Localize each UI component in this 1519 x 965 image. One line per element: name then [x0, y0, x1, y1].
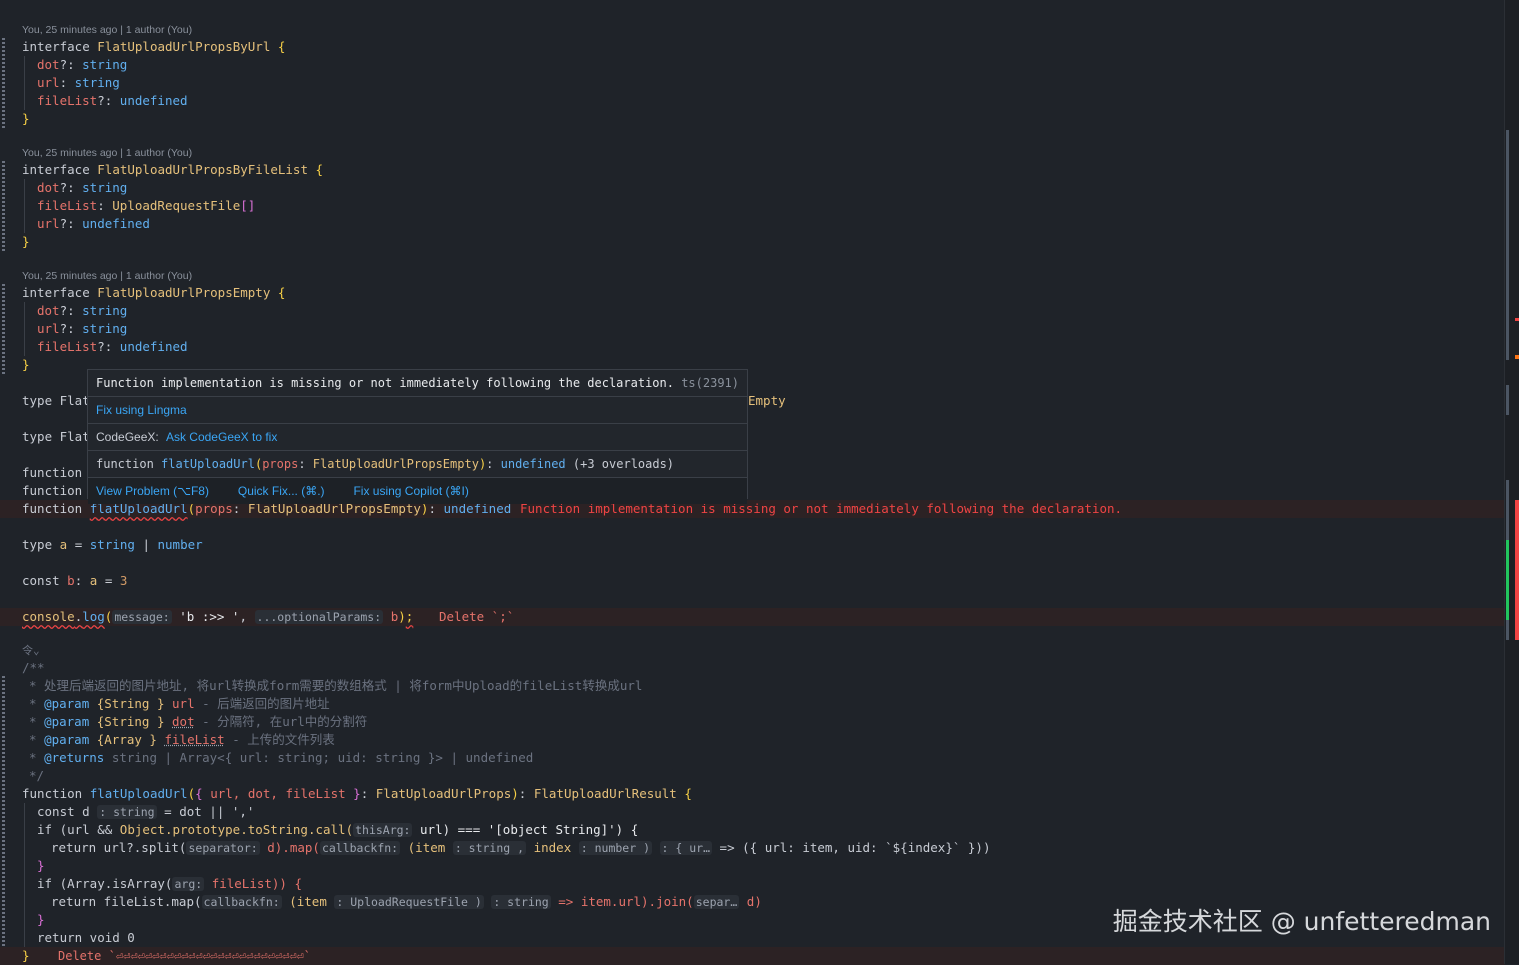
- code-line: function: [22, 465, 83, 480]
- code-line: interface FlatUploadUrlPropsEmpty {: [22, 285, 286, 300]
- code-line: if (url && Object.prototype.toString.cal…: [37, 822, 639, 837]
- popup-codegeex-row: CodeGeeX: Ask CodeGeeX to fix: [88, 424, 747, 451]
- code-line: dot?: string: [37, 180, 128, 195]
- prettier-delete-hint: Delete `;`: [439, 609, 515, 624]
- popup-actions-row: View Problem (⌥F8) Quick Fix... (⌘.) Fix…: [88, 478, 747, 504]
- ai-comment-marker[interactable]: 令⌄: [22, 642, 40, 660]
- overview-error-mark: [1515, 500, 1519, 640]
- code-line: const d : string = dot || ',': [37, 804, 255, 819]
- code-line: url: string: [37, 75, 120, 90]
- code-line: fileList: UploadRequestFile[]: [37, 198, 256, 213]
- code-line: const b: a = 3: [22, 573, 128, 588]
- doc-comment-line: * 处理后端返回的图片地址, 将url转换成form需要的数组格式 | 将for…: [29, 678, 643, 693]
- code-line: return void 0: [37, 930, 135, 945]
- view-problem-link[interactable]: View Problem (⌥F8): [96, 484, 209, 498]
- git-change-bar: [2, 161, 5, 251]
- git-change-bar: [2, 284, 5, 374]
- code-line: fileList?: undefined: [37, 93, 188, 108]
- scrollbar-thumb-segment: [1506, 385, 1509, 415]
- quick-fix-link[interactable]: Quick Fix... (⌘.): [238, 484, 325, 498]
- fix-lingma-link[interactable]: Fix using Lingma: [96, 403, 187, 417]
- overview-warning-mark: [1515, 355, 1519, 359]
- editor-scrollbar[interactable]: [1504, 0, 1519, 964]
- indent-guide: [24, 803, 25, 947]
- overview-error-mark: [1515, 318, 1519, 321]
- ask-codegeex-link[interactable]: Ask CodeGeeX to fix: [166, 430, 277, 444]
- code-line: }: [22, 234, 30, 249]
- scrollbar-thumb[interactable]: [1506, 130, 1509, 360]
- indent-guide: [24, 179, 25, 233]
- code-line: url?: string: [37, 321, 128, 336]
- codelens-blame[interactable]: You, 25 minutes ago | 1 author (You): [22, 144, 192, 162]
- code-line: interface FlatUploadUrlPropsByFileList {: [22, 162, 324, 177]
- code-line: }: [22, 948, 30, 963]
- overview-change-mark: [1506, 540, 1509, 620]
- doc-comment-line: * @param {String } dot - 分隔符, 在url中的分割符: [29, 714, 368, 729]
- code-line: type Flat: [22, 429, 90, 444]
- code-line: }: [22, 357, 30, 372]
- prettier-delete-hint: Delete `⏎⏎⏎⏎⏎⏎⏎⏎⏎⏎⏎⏎⏎⏎⏎⏎⏎⏎⏎⏎⏎⏎⏎⏎⏎⏎`: [58, 949, 311, 963]
- code-line: }: [37, 858, 45, 873]
- code-line: return url?.split(separator: d).map(call…: [51, 840, 991, 855]
- indent-guide: [24, 302, 25, 356]
- code-line-error[interactable]: console.log(message: 'b :>> ', ...option…: [22, 608, 413, 626]
- codelens-blame[interactable]: You, 25 minutes ago | 1 author (You): [22, 21, 192, 39]
- fix-copilot-link[interactable]: Fix using Copilot (⌘I): [353, 484, 468, 498]
- popup-lingma-row: Fix using Lingma: [88, 397, 747, 424]
- code-editor[interactable]: You, 25 minutes ago | 1 author (You) int…: [0, 0, 1505, 965]
- code-line: interface FlatUploadUrlPropsByUrl {: [22, 39, 286, 54]
- code-line: function: [22, 483, 83, 498]
- popup-signature-row: function flatUploadUrl(props: FlatUpload…: [88, 451, 747, 478]
- code-line-tail: Empty: [748, 393, 786, 408]
- code-line: function flatUploadUrl({ url, dot, fileL…: [22, 786, 692, 801]
- watermark: 掘金技术社区 @ unfetteredman: [1112, 907, 1491, 936]
- code-line: type Flat: [22, 393, 90, 408]
- code-line: return fileList.map(callbackfn: (item : …: [51, 894, 762, 909]
- error-hover-popup: Function implementation is missing or no…: [87, 369, 748, 504]
- git-change-bar: [2, 676, 5, 964]
- doc-comment-line: * @returns string | Array<{ url: string;…: [29, 750, 534, 765]
- doc-comment-line: * @param {Array } fileList - 上传的文件列表: [29, 732, 335, 747]
- doc-comment-open: /**: [22, 660, 45, 675]
- code-line: dot?: string: [37, 57, 128, 72]
- code-line: if (Array.isArray(arg: fileList)) {: [37, 876, 303, 891]
- code-line: fileList?: undefined: [37, 339, 188, 354]
- code-line: }: [37, 912, 45, 927]
- doc-comment-close: */: [29, 768, 45, 783]
- code-line: url?: undefined: [37, 216, 150, 231]
- code-line: type a = string | number: [22, 537, 203, 552]
- doc-comment-line: * @param {String } url - 后端返回的图片地址: [29, 696, 330, 711]
- code-line: dot?: string: [37, 303, 128, 318]
- popup-error-row: Function implementation is missing or no…: [88, 370, 747, 397]
- indent-guide: [24, 56, 25, 110]
- codelens-blame[interactable]: You, 25 minutes ago | 1 author (You): [22, 267, 192, 285]
- code-line: }: [22, 111, 30, 126]
- git-change-bar: [2, 38, 5, 128]
